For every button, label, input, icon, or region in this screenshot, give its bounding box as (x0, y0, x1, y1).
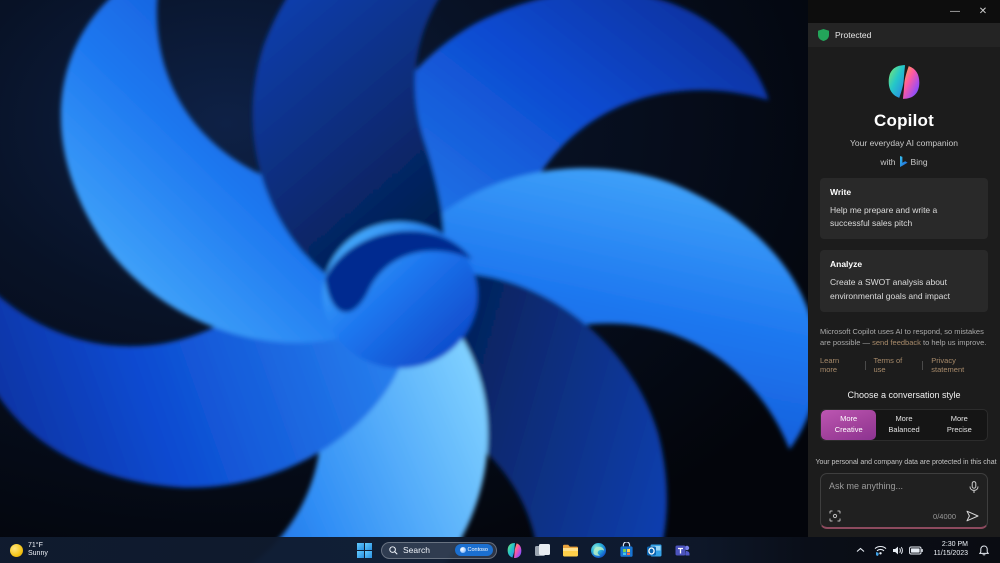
task-view-icon (534, 543, 550, 556)
style-label-line2: Balanced (888, 425, 920, 435)
chat-input-field[interactable] (829, 481, 959, 491)
weather-temp: 71°F (28, 541, 43, 549)
terms-of-use-link[interactable]: Terms of use (873, 356, 914, 374)
taskbar-app-store[interactable] (615, 539, 637, 561)
taskbar-search-box[interactable]: Search Contoso (381, 541, 497, 559)
outlook-icon (646, 544, 661, 556)
card-title: Write (830, 187, 852, 197)
contoso-logo-icon (459, 547, 466, 553)
tray-overflow-chevron[interactable] (853, 539, 868, 561)
style-label-line1: More (840, 414, 858, 424)
data-protection-note: Your personal and company data are prote… (815, 458, 996, 467)
bell-icon (979, 544, 989, 555)
copilot-subtitle: Your everyday AI companion (850, 138, 958, 148)
taskbar-app-task-view[interactable] (531, 539, 553, 561)
taskbar-app-outlook[interactable] (643, 539, 665, 561)
tray-status-icons[interactable] (872, 539, 925, 561)
chat-input-box[interactable]: 0/4000 (820, 473, 988, 529)
contoso-badge-label: Contoso (467, 547, 489, 553)
panel-titlebar: — ✕ (808, 0, 1000, 23)
shield-protected-icon (818, 29, 829, 41)
with-bing-row: with Bing (880, 156, 928, 167)
battery-icon (909, 546, 924, 554)
contoso-badge[interactable]: Contoso (454, 544, 493, 556)
taskbar-app-edge[interactable] (587, 539, 609, 561)
style-label-line1: More (950, 414, 968, 424)
style-label-line1: More (895, 414, 913, 424)
privacy-statement-link[interactable]: Privacy statement (931, 356, 988, 374)
taskbar-app-file-explorer[interactable] (559, 539, 581, 561)
teams-icon (675, 545, 689, 555)
send-feedback-link[interactable]: send feedback (872, 338, 921, 347)
file-explorer-icon (562, 544, 578, 556)
chat-input-bottom-row: 0/4000 (829, 510, 979, 522)
bloom-wallpaper-art (0, 0, 808, 563)
send-icon[interactable] (966, 510, 979, 522)
sun-icon (10, 543, 23, 557)
card-title: Analyze (830, 259, 863, 270)
character-counter: 0/4000 (933, 511, 956, 521)
bing-label: Bing (910, 156, 928, 167)
taskbar-app-teams[interactable] (671, 539, 693, 561)
taskbar-app-copilot[interactable] (503, 539, 525, 561)
bing-icon (899, 156, 908, 167)
search-icon (389, 545, 398, 555)
clock-time: 2:30 PM (941, 541, 968, 549)
style-more-precise-button[interactable]: More Precise (932, 410, 987, 440)
windows-desktop-screen: — ✕ Protected Copilot Your everyday AI c… (0, 0, 1000, 563)
start-button[interactable] (353, 539, 375, 561)
system-tray: 2:30 PM 11/15/2023 (853, 537, 1000, 563)
clock-widget[interactable]: 2:30 PM 11/15/2023 (929, 539, 972, 561)
panel-body: Copilot Your everyday AI companion with … (808, 47, 1000, 537)
card-body: Help me prepare and write a successful s… (830, 205, 938, 229)
edge-icon (590, 542, 606, 558)
taskbar-center: Search Contoso (353, 537, 693, 563)
card-body: Create a SWOT analysis about environment… (830, 277, 951, 301)
search-label: Search (403, 545, 430, 555)
close-button[interactable]: ✕ (972, 3, 994, 20)
copilot-hero: Copilot Your everyday AI companion with … (820, 63, 988, 167)
suggestion-card-write[interactable]: Write Help me prepare and write a succes… (820, 178, 988, 240)
disclaimer-text-after: to help us improve. (920, 337, 987, 347)
chevron-up-icon (857, 547, 865, 552)
with-label: with (880, 156, 896, 167)
conversation-style-selector: More Creative More Balanced More Precise (820, 409, 988, 441)
link-separator (922, 360, 924, 370)
clock-date: 11/15/2023 (933, 550, 968, 557)
copilot-logo-icon (888, 65, 920, 99)
volume-icon (893, 546, 904, 554)
weather-widget[interactable]: 71°F Sunny (0, 537, 58, 563)
style-label-line2: Precise (946, 425, 972, 435)
protected-status-row[interactable]: Protected (808, 23, 1000, 47)
protected-label: Protected (835, 30, 872, 40)
copilot-taskbar-icon (507, 542, 521, 558)
conversation-style-title: Choose a conversation style (847, 390, 961, 401)
style-label-line2: Creative (834, 425, 863, 435)
minimize-button[interactable]: — (944, 3, 966, 20)
microsoft-store-icon (619, 541, 633, 557)
link-separator (864, 360, 866, 370)
desktop-wallpaper (0, 0, 808, 563)
notification-center-button[interactable] (976, 539, 992, 561)
footer-links: Learn more Terms of use Privacy statemen… (820, 356, 988, 374)
learn-more-link[interactable]: Learn more (820, 356, 857, 374)
style-more-creative-button[interactable]: More Creative (821, 410, 877, 440)
wifi-icon (875, 545, 887, 556)
weather-condition: Sunny (28, 550, 48, 557)
microphone-icon[interactable] (969, 481, 979, 494)
ai-disclaimer: Microsoft Copilot uses AI to respond, so… (820, 326, 988, 349)
suggestion-card-analyze[interactable]: Analyze Create a SWOT analysis about env… (820, 250, 988, 312)
copilot-sidebar-panel: — ✕ Protected Copilot Your everyday AI c… (808, 0, 1000, 537)
data-protection-text: Your personal and company data are prote… (815, 459, 997, 466)
taskbar: 71°F Sunny Search Contoso 2:30 PM 11/15/… (0, 537, 1000, 563)
style-more-balanced-button[interactable]: More Balanced (876, 410, 931, 440)
copilot-title: Copilot (874, 111, 934, 130)
screenshot-capture-icon[interactable] (829, 510, 841, 522)
windows-logo-icon (356, 542, 372, 558)
chat-input-top-row (829, 481, 979, 494)
